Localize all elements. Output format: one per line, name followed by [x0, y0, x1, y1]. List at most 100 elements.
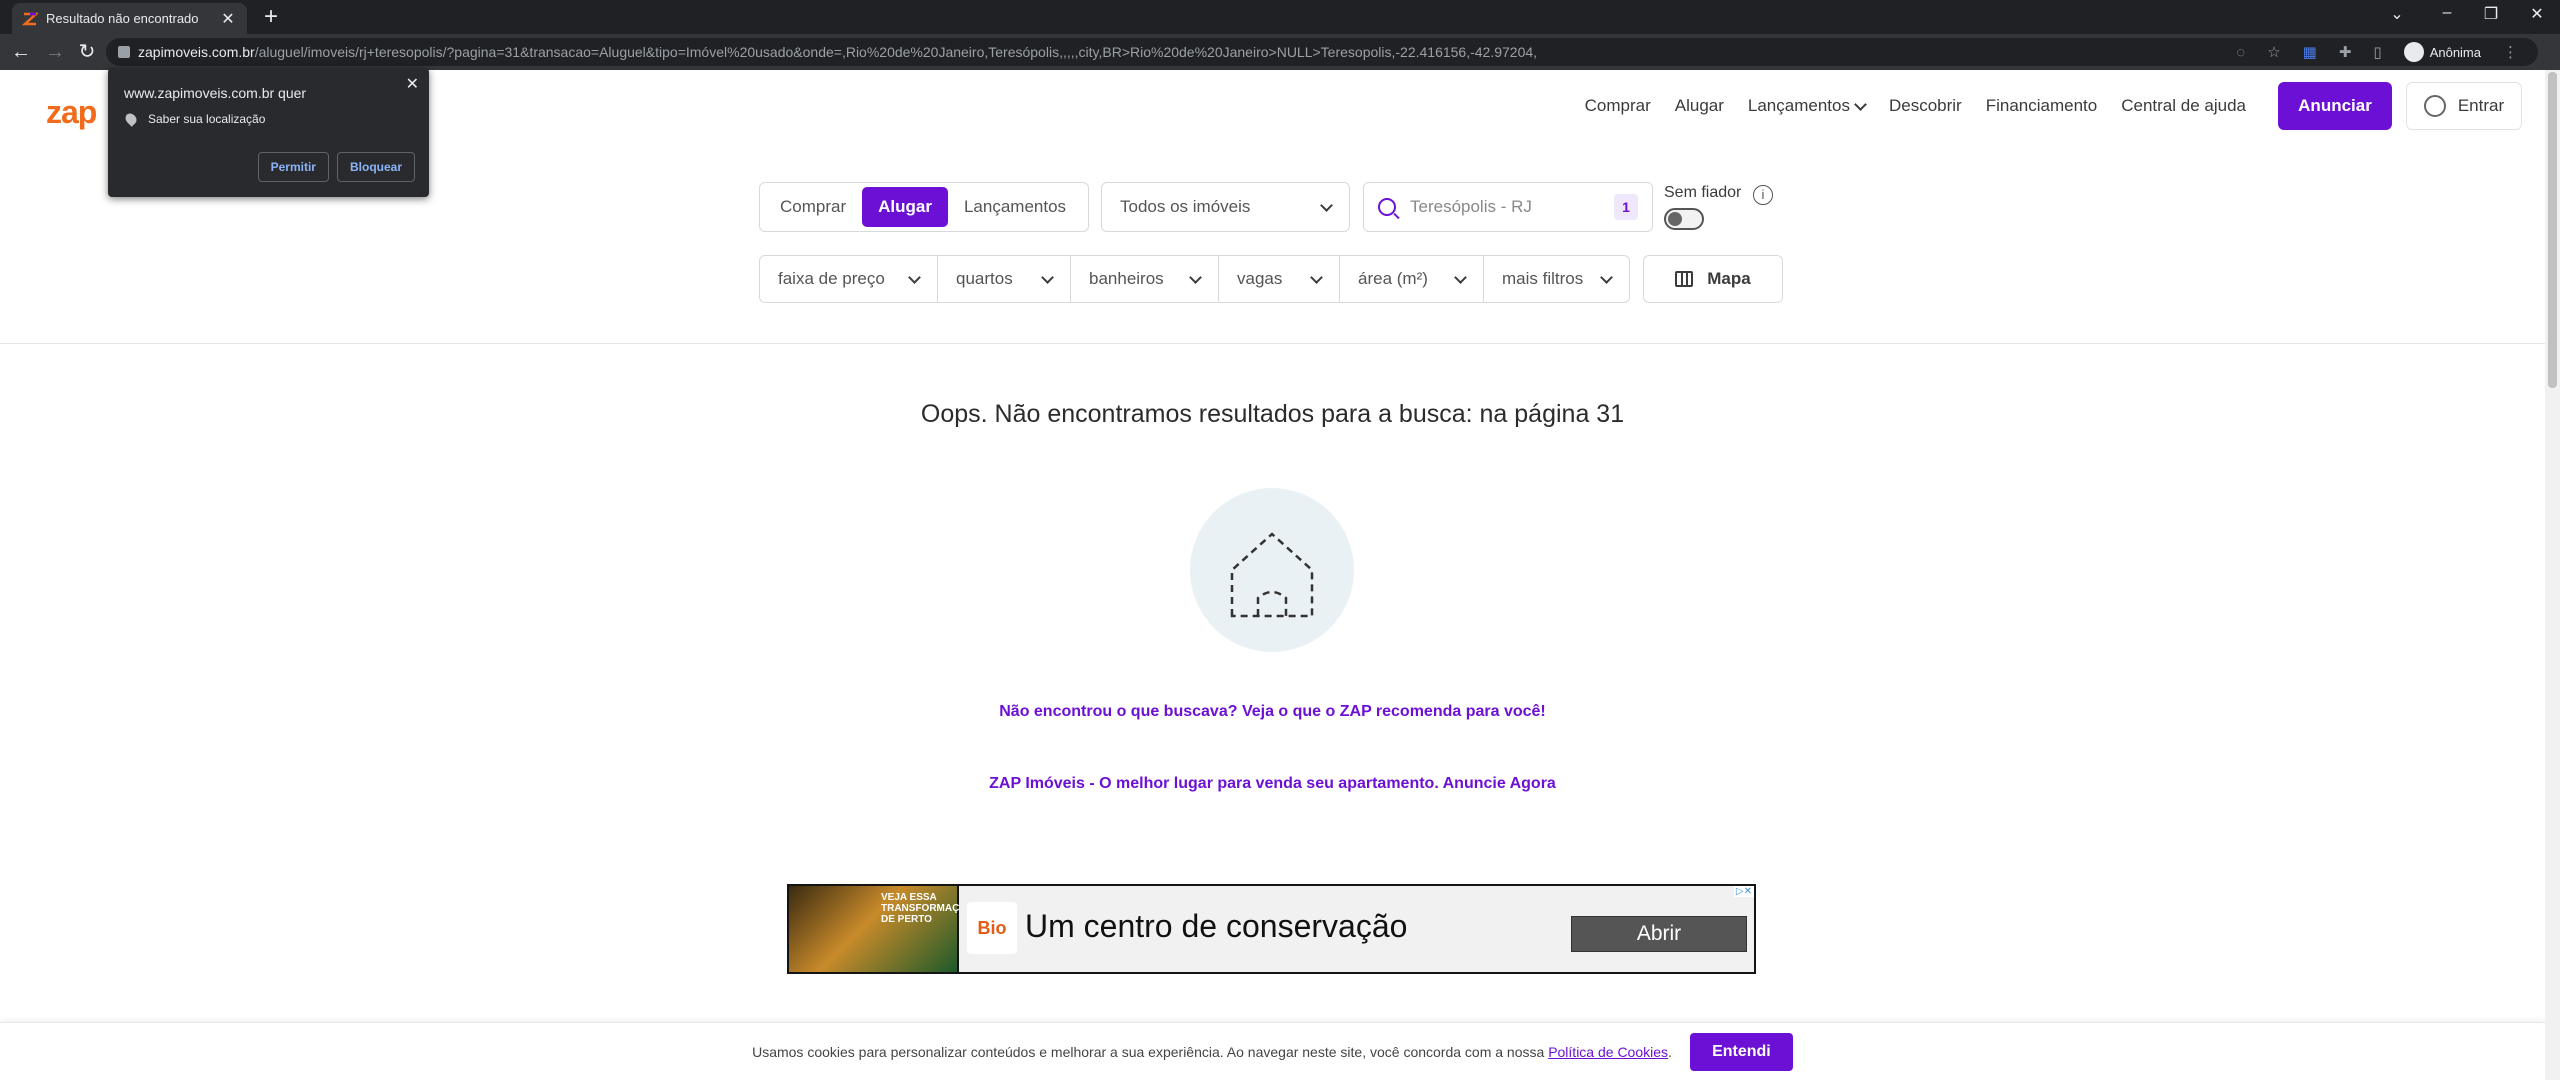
new-tab-icon[interactable]: +: [258, 4, 284, 30]
filter-banheiros[interactable]: banheiros: [1071, 256, 1219, 302]
browser-tabbar: Resultado não encontrado ✕ + ⌄ – ❐ ✕: [0, 0, 2560, 34]
lock-icon[interactable]: [118, 46, 130, 58]
header-divider: [0, 343, 2545, 344]
restore-icon[interactable]: ❐: [2476, 4, 2506, 24]
cookie-policy-link[interactable]: Política de Cookies: [1548, 1044, 1668, 1060]
profile-chip[interactable]: Anônima: [2403, 42, 2481, 62]
ad-open-button[interactable]: Abrir: [1571, 916, 1747, 952]
ad-headline: Um centro de conservação: [1025, 908, 1408, 944]
filter-bar: faixa de preço quartos banheiros vagas á…: [759, 255, 1630, 303]
entendi-button[interactable]: Entendi: [1689, 1032, 1793, 1071]
mapa-label: Mapa: [1707, 269, 1751, 288]
entrar-button[interactable]: Entrar: [2406, 82, 2522, 130]
property-type-value: Todos os imóveis: [1120, 197, 1251, 216]
search-icon: [1378, 198, 1396, 216]
nav-financiamento[interactable]: Financiamento: [1986, 96, 2098, 116]
tab-search-icon[interactable]: ⌄: [2382, 4, 2412, 24]
user-icon: [2423, 95, 2446, 117]
chevron-down-icon: [1854, 97, 1867, 111]
nav-lancamentos[interactable]: Lançamentos: [1747, 96, 1867, 116]
nav-descobrir[interactable]: Descobrir: [1889, 96, 1962, 116]
filter-preco[interactable]: faixa de preço: [760, 256, 938, 302]
anuncie-link[interactable]: ZAP Imóveis - O melhor lugar para venda …: [0, 775, 2545, 793]
ad-art-text: VEJA ESSA TRANSFORMAÇÃO DE PERTO: [881, 892, 975, 925]
back-icon[interactable]: ←: [8, 40, 34, 64]
ad-lion-image: VEJA ESSA TRANSFORMAÇÃO DE PERTO: [789, 886, 975, 972]
location-count-badge: 1: [1614, 194, 1638, 220]
ad-choices-icon[interactable]: ▷✕: [1733, 886, 1754, 897]
map-icon: [1675, 271, 1694, 287]
empty-results-title: Oops. Não encontramos resultados para a …: [920, 400, 1625, 428]
close-window-icon[interactable]: ✕: [2522, 4, 2552, 24]
mapa-button[interactable]: Mapa: [1643, 255, 1783, 303]
info-icon[interactable]: i: [1753, 185, 1773, 205]
eye-off-icon[interactable]: ◌: [2236, 44, 2245, 61]
property-type-select[interactable]: Todos os imóveis: [1101, 182, 1350, 232]
transaction-alugar[interactable]: Alugar: [862, 187, 948, 227]
close-icon[interactable]: ✕: [406, 74, 419, 94]
chevron-down-icon: [908, 270, 921, 284]
star-icon[interactable]: ☆: [2267, 43, 2280, 61]
chevron-down-icon: [1310, 270, 1323, 284]
filter-label: vagas: [1237, 269, 1283, 288]
chevron-down-icon: [1041, 270, 1054, 284]
url-text: zapimoveis.com.br/aluguel/imoveis/rj+ter…: [138, 44, 1538, 60]
house-icon: [1230, 532, 1314, 618]
zap-logo[interactable]: zap: [46, 94, 97, 131]
filter-area[interactable]: área (m²): [1340, 256, 1484, 302]
filter-vagas[interactable]: vagas: [1219, 256, 1340, 302]
permission-buttons: Permitir Bloquear: [257, 152, 415, 182]
scrollbar-thumb[interactable]: [2548, 72, 2557, 388]
zap-favicon-icon: [22, 12, 38, 25]
transaction-comprar[interactable]: Comprar: [764, 187, 862, 227]
permission-request-label: Saber sua localização: [148, 112, 266, 126]
filter-mais[interactable]: mais filtros: [1484, 256, 1629, 302]
empty-house-illustration: [1190, 488, 1354, 652]
extension-icon[interactable]: ▦: [2303, 43, 2317, 61]
forward-icon[interactable]: →: [42, 40, 68, 64]
incognito-icon: [2403, 42, 2424, 62]
cookie-bar: Usamos cookies para personalizar conteúd…: [0, 1022, 2545, 1080]
reload-icon[interactable]: ↻: [74, 40, 100, 64]
location-search-input[interactable]: Teresópolis - RJ 1: [1363, 182, 1653, 232]
browser-toolbar: ← → ↻ zapimoveis.com.br/aluguel/imoveis/…: [0, 34, 2560, 70]
nav-lancamentos-label: Lançamentos: [1747, 96, 1850, 115]
puzzle-icon[interactable]: ✚: [2339, 43, 2352, 61]
nav-alugar[interactable]: Alugar: [1675, 96, 1724, 116]
profile-label: Anônima: [2429, 44, 2481, 60]
permission-request: Saber sua localização: [123, 111, 266, 127]
tab-close-icon[interactable]: ✕: [219, 9, 237, 29]
cookie-text: Usamos cookies para personalizar conteúd…: [752, 1043, 1672, 1060]
side-panel-icon[interactable]: ▯: [2373, 43, 2381, 61]
transaction-lancamentos[interactable]: Lançamentos: [948, 187, 1082, 227]
ad-logo: Bio: [967, 902, 1017, 954]
browser-tab[interactable]: Resultado não encontrado ✕: [12, 3, 247, 34]
filter-label: faixa de preço: [778, 269, 885, 288]
chevron-down-icon: [1454, 270, 1467, 284]
transaction-toggle: Comprar Alugar Lançamentos: [759, 182, 1089, 232]
nav-comprar[interactable]: Comprar: [1585, 96, 1651, 116]
location-value: Teresópolis - RJ: [1410, 197, 1532, 216]
filter-label: mais filtros: [1502, 269, 1584, 288]
block-button[interactable]: Bloquear: [336, 152, 415, 182]
minimize-icon[interactable]: –: [2432, 4, 2462, 22]
menu-icon[interactable]: ⋮: [2503, 43, 2518, 61]
entrar-label: Entrar: [2457, 96, 2505, 115]
filter-quartos[interactable]: quartos: [938, 256, 1071, 302]
location-permission-popup: www.zapimoveis.com.br quer ✕ Saber sua l…: [108, 68, 429, 197]
filter-label: quartos: [956, 269, 1013, 288]
ad-panel: Bio Um centro de conservação Abrir: [959, 886, 1754, 972]
sem-fiador-toggle[interactable]: [1664, 208, 1704, 230]
ad-banner[interactable]: VEJA ESSA TRANSFORMAÇÃO DE PERTO Bio Um …: [787, 884, 1756, 974]
location-pin-icon: [123, 111, 139, 127]
chevron-down-icon: [1320, 198, 1333, 212]
address-bar[interactable]: zapimoveis.com.br/aluguel/imoveis/rj+ter…: [106, 38, 2538, 66]
anunciar-button[interactable]: Anunciar: [2278, 82, 2392, 130]
recommend-link[interactable]: Não encontrou o que buscava? Veja o que …: [0, 703, 2545, 721]
chevron-down-icon: [1600, 270, 1613, 284]
allow-button[interactable]: Permitir: [257, 152, 329, 182]
chevron-down-icon: [1189, 270, 1202, 284]
nav-central-ajuda[interactable]: Central de ajuda: [2121, 96, 2246, 116]
top-nav: Comprar Alugar Lançamentos Descobrir Fin…: [1561, 82, 2522, 130]
filter-label: área (m²): [1358, 269, 1428, 288]
